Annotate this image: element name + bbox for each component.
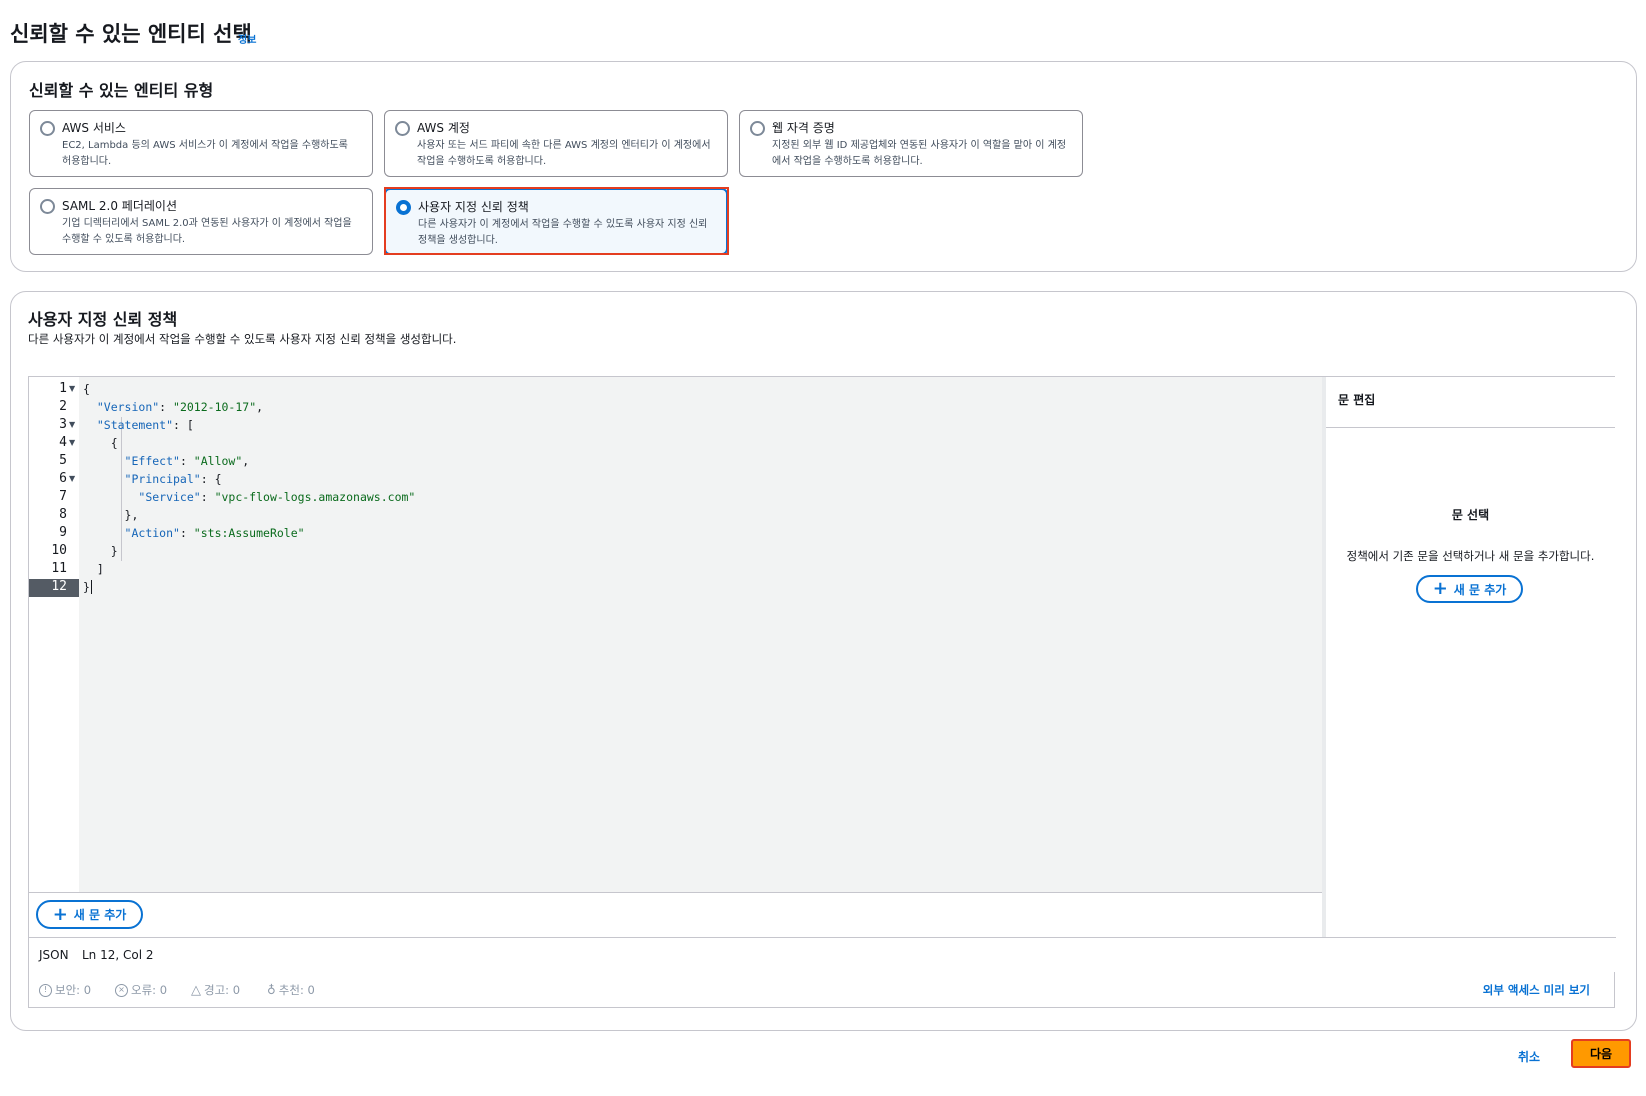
line-number: 10 — [51, 543, 67, 558]
code-line: "Service": "vpc-flow-logs.amazonaws.com" — [138, 490, 416, 504]
entity-type-panel: 신뢰할 수 있는 엔티티 유형 AWS 서비스 EC2, Lambda 등의 A… — [10, 61, 1637, 272]
lightbulb-icon: ♁ — [267, 983, 276, 997]
validation-warnings[interactable]: △ 경고: 0 — [191, 982, 240, 998]
plus-icon: + — [1432, 578, 1448, 599]
line-number-gutter: 1 ▼ 2 3 ▼ 4 ▼ 5 6 ▼ 7 8 9 10 11 12 — [29, 377, 79, 892]
tile-web-identity[interactable]: 웹 자격 증명 지정된 외부 웹 ID 제공업체와 연동된 사용자가 이 역할을… — [739, 110, 1083, 177]
status-cursor-position: Ln 12, Col 2 — [82, 948, 154, 962]
radio-saml-federation[interactable] — [40, 199, 55, 214]
code-line: ] — [96, 562, 104, 576]
fold-arrow-icon[interactable]: ▼ — [69, 474, 75, 483]
line-number: 1 — [59, 381, 67, 396]
tile-aws-account[interactable]: AWS 계정 사용자 또는 서드 파티에 속한 다른 AWS 계정의 엔터티가 … — [384, 110, 728, 177]
code-line: } — [110, 544, 118, 558]
side-panel-empty-description: 정책에서 기존 문을 선택하거나 새 문을 추가합니다. — [1346, 549, 1595, 563]
validation-security[interactable]: ! 보안: 0 — [39, 982, 91, 998]
side-panel-divider — [1326, 427, 1615, 428]
side-panel-title: 문 편집 — [1338, 393, 1376, 407]
line-number: 2 — [59, 399, 67, 414]
side-add-statement-button[interactable]: + 새 문 추가 — [1416, 575, 1523, 603]
tile-web-identity-label: 웹 자격 증명 — [772, 121, 835, 135]
validation-errors[interactable]: × 오류: 0 — [115, 982, 167, 998]
code-line: { — [110, 436, 118, 450]
line-number: 5 — [59, 453, 67, 468]
code-line: } — [83, 580, 92, 594]
status-mode: JSON — [39, 948, 69, 962]
radio-web-identity[interactable] — [750, 121, 765, 136]
line-number: 9 — [59, 525, 67, 540]
tile-aws-service-desc: EC2, Lambda 등의 AWS 서비스가 이 계정에서 작업을 수행하도록… — [62, 140, 348, 167]
tile-saml-federation[interactable]: SAML 2.0 페더레이션 기업 디렉터리에서 SAML 2.0과 연동된 사… — [29, 188, 373, 255]
shield-icon: ! — [39, 983, 52, 997]
external-access-preview-link[interactable]: 외부 액세스 미리 보기 — [1483, 982, 1590, 998]
line-number-active: 12 — [29, 579, 79, 597]
next-button[interactable]: 다음 — [1571, 1039, 1631, 1068]
cancel-button[interactable]: 취소 — [1518, 1048, 1540, 1065]
tile-saml-federation-label: SAML 2.0 페더레이션 — [62, 199, 178, 213]
error-icon: × — [115, 983, 128, 997]
custom-policy-title: 사용자 지정 신뢰 정책 — [28, 310, 178, 329]
line-number: 3 — [59, 417, 67, 432]
radio-aws-account[interactable] — [395, 121, 410, 136]
code-line: "Version": "2012-10-17", — [96, 400, 264, 414]
tile-aws-service-label: AWS 서비스 — [62, 121, 126, 135]
line-number: 11 — [51, 561, 67, 576]
entity-type-panel-title: 신뢰할 수 있는 엔티티 유형 — [29, 81, 214, 100]
code-line: "Action": "sts:AssumeRole" — [124, 526, 305, 540]
validation-bar: ! 보안: 0 × 오류: 0 △ 경고: 0 ♁ 추천: 0 외부 액세스 미… — [28, 972, 1615, 1008]
fold-arrow-icon[interactable]: ▼ — [69, 420, 75, 429]
fold-arrow-icon[interactable]: ▼ — [69, 438, 75, 447]
validation-suggestions[interactable]: ♁ 추천: 0 — [267, 982, 315, 998]
editor-bottom-bar: + 새 문 추가 — [29, 892, 1322, 937]
tile-aws-account-label: AWS 계정 — [417, 121, 470, 135]
line-number: 8 — [59, 507, 67, 522]
editor-status-bar: JSON Ln 12, Col 2 — [29, 937, 1616, 973]
statement-edit-panel: 문 편집 문 선택 정책에서 기존 문을 선택하거나 새 문을 추가합니다. +… — [1326, 377, 1615, 937]
line-number: 4 — [59, 435, 67, 450]
fold-arrow-icon[interactable]: ▼ — [69, 384, 75, 393]
code-area[interactable]: { "Version": "2012-10-17", "Statement": … — [79, 377, 1322, 892]
line-number: 7 — [59, 489, 67, 504]
code-line: }, — [124, 508, 139, 522]
warning-icon: △ — [191, 982, 201, 998]
line-number: 6 — [59, 471, 67, 486]
page-title: 신뢰할 수 있는 엔티티 선택 — [10, 22, 252, 46]
tile-aws-account-desc: 사용자 또는 서드 파티에 속한 다른 AWS 계정의 엔터티가 이 계정에서 … — [417, 140, 711, 167]
code-line: "Effect": "Allow", — [124, 454, 250, 468]
code-line: "Principal": { — [124, 472, 222, 486]
tile-saml-federation-desc: 기업 디렉터리에서 SAML 2.0과 연동된 사용자가 이 계정에서 작업을 … — [62, 218, 352, 245]
custom-policy-description: 다른 사용자가 이 계정에서 작업을 수행할 수 있도록 사용자 지정 신뢰 정… — [28, 332, 457, 346]
tile-aws-service[interactable]: AWS 서비스 EC2, Lambda 등의 AWS 서비스가 이 계정에서 작… — [29, 110, 373, 177]
code-line: "Statement": [ — [96, 418, 194, 432]
add-statement-button[interactable]: + 새 문 추가 — [36, 900, 143, 929]
code-line: { — [83, 382, 90, 396]
highlight-box — [384, 187, 729, 255]
radio-aws-service[interactable] — [40, 121, 55, 136]
side-panel-empty-title: 문 선택 — [1451, 508, 1490, 522]
info-link[interactable]: 정보 — [238, 31, 256, 46]
policy-editor: 1 ▼ 2 3 ▼ 4 ▼ 5 6 ▼ 7 8 9 10 11 12 { "Versio… — [28, 376, 1616, 973]
plus-icon: + — [52, 903, 68, 925]
tile-web-identity-desc: 지정된 외부 웹 ID 제공업체와 연동된 사용자가 이 역할을 맡아 이 계정… — [772, 140, 1067, 167]
